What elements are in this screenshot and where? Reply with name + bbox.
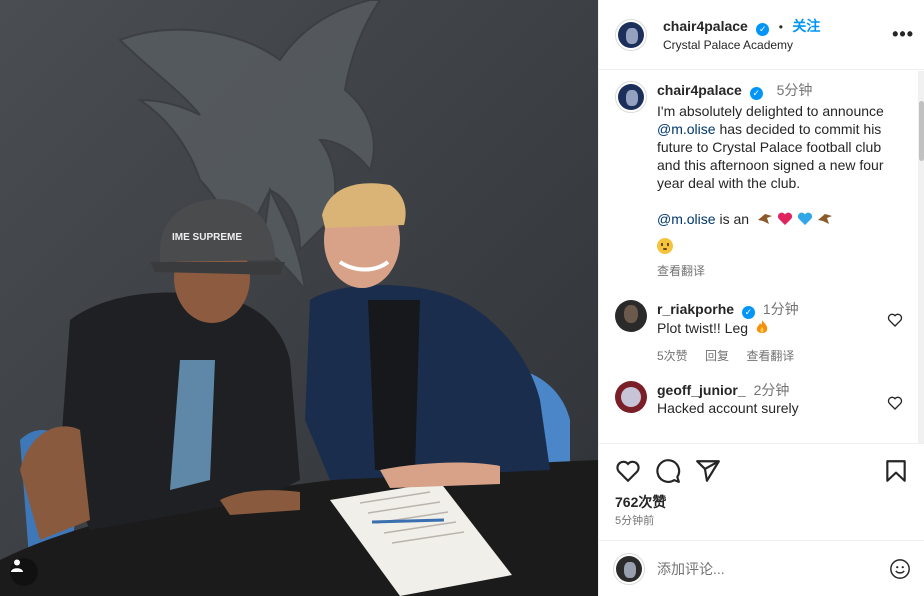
follow-button[interactable]: 关注 — [792, 18, 820, 34]
post-details-panel: chair4palace ✓ • 关注 Crystal Palace Acade… — [598, 0, 924, 596]
verified-icon: ✓ — [756, 22, 770, 36]
mention-link[interactable]: @m.olise — [657, 211, 716, 227]
mention-link[interactable]: @m.olise — [657, 121, 716, 137]
caption-line-2: @m.olise is an — [657, 210, 907, 228]
neutral-face-emoji-icon — [657, 238, 673, 254]
user-tag-icon — [11, 559, 23, 572]
comment-likes[interactable]: 5次赞 — [657, 349, 688, 363]
comment-username[interactable]: geoff_junior_ — [657, 382, 746, 398]
red-heart-emoji-icon — [777, 212, 792, 225]
comments-list[interactable]: chair4palace ✓ 5分钟 I'm absolutely deligh… — [599, 71, 924, 444]
post-location[interactable]: Crystal Palace Academy — [663, 37, 820, 53]
post-caption: chair4palace ✓ 5分钟 I'm absolutely deligh… — [599, 71, 924, 280]
post-photo[interactable]: IME SUPREME — [0, 0, 598, 596]
caption-avatar[interactable] — [615, 81, 647, 113]
comment-item: geoff_junior_ 2分钟 Hacked account surely — [599, 381, 924, 417]
emoji-sequence — [757, 212, 833, 226]
add-comment-bar — [599, 540, 924, 596]
heart-icon[interactable] — [887, 312, 903, 328]
see-translation-link[interactable]: 查看翻译 — [746, 349, 794, 363]
verified-icon: ✓ — [741, 306, 755, 319]
comment-avatar[interactable] — [615, 381, 647, 413]
see-translation-link[interactable]: 查看翻译 — [657, 262, 907, 280]
caption-text-part: is an — [715, 211, 750, 227]
user-tag-button[interactable] — [10, 558, 38, 586]
action-bar — [599, 452, 924, 490]
reply-button[interactable]: 回复 — [705, 349, 729, 363]
caption-text-part: I'm absolutely delighted to announce — [657, 103, 884, 119]
author-avatar[interactable] — [615, 18, 647, 51]
photo-illustration: IME SUPREME — [0, 0, 598, 596]
comment-time[interactable]: 2分钟 — [754, 382, 790, 398]
author-username[interactable]: chair4palace — [663, 18, 748, 34]
comment-body: geoff_junior_ 2分钟 Hacked account surely — [657, 381, 877, 417]
share-icon[interactable] — [695, 458, 721, 484]
comment-item: r_riakporhe ✓ 1分钟 Plot twist!! Leg 5次赞 回… — [599, 300, 924, 365]
current-user-avatar — [613, 552, 645, 585]
comment-body: r_riakporhe ✓ 1分钟 Plot twist!! Leg 5次赞 回… — [657, 300, 877, 365]
bookmark-icon[interactable] — [883, 458, 909, 484]
svg-text:IME SUPREME: IME SUPREME — [172, 232, 242, 243]
post-modal: IME SUPREME chair4palace ✓ • 关注 Crystal … — [0, 0, 924, 596]
eagle-emoji-icon — [817, 214, 832, 224]
comment-input[interactable] — [657, 560, 857, 577]
comment-text: Plot twist!! Leg — [657, 320, 749, 336]
posted-time[interactable]: 5分钟前 — [615, 512, 654, 528]
comment-icon[interactable] — [655, 458, 681, 484]
author-block: chair4palace ✓ • 关注 Crystal Palace Acade… — [663, 16, 820, 54]
scrollbar-thumb[interactable] — [919, 101, 924, 161]
heart-icon[interactable] — [615, 458, 641, 484]
caption-username[interactable]: chair4palace — [657, 82, 742, 98]
caption-body: chair4palace ✓ 5分钟 I'm absolutely deligh… — [657, 81, 907, 280]
comment-text: Hacked account surely — [657, 400, 799, 416]
separator-dot: • — [778, 19, 783, 34]
emoji-icon[interactable] — [889, 558, 911, 580]
heart-icon[interactable] — [887, 395, 903, 411]
post-header: chair4palace ✓ • 关注 Crystal Palace Acade… — [599, 0, 924, 70]
caption-time[interactable]: 5分钟 — [777, 82, 813, 98]
more-icon[interactable]: ••• — [892, 24, 914, 45]
comment-username[interactable]: r_riakporhe — [657, 301, 734, 317]
verified-icon: ✓ — [749, 87, 763, 100]
comment-avatar[interactable] — [615, 300, 647, 332]
comment-meta: 5次赞 回复 查看翻译 — [657, 347, 877, 365]
caption-text: I'm absolutely delighted to announce @m.… — [657, 102, 907, 192]
comment-time[interactable]: 1分钟 — [763, 301, 799, 317]
likes-count[interactable]: 762次赞 — [615, 492, 666, 512]
blue-heart-emoji-icon — [797, 212, 812, 225]
fire-emoji-icon — [756, 320, 768, 333]
eagle-emoji-icon — [757, 214, 772, 224]
